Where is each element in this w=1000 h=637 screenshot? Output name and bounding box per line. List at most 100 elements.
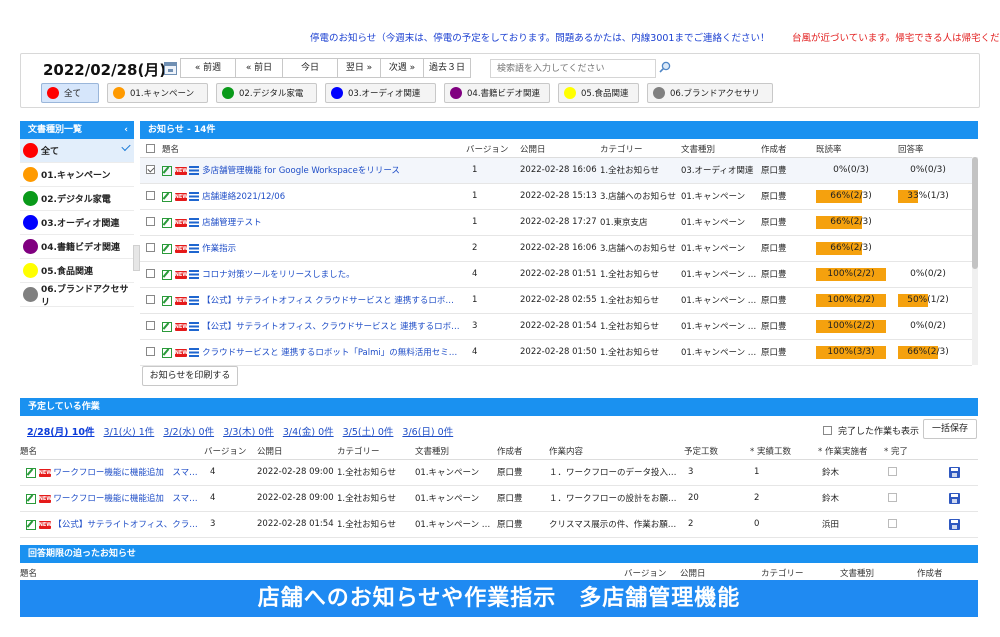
list-icon[interactable]: [189, 348, 200, 357]
notice-title-link[interactable]: 作業指示: [202, 244, 236, 254]
list-icon[interactable]: [189, 270, 200, 279]
task-assignee[interactable]: 鈴木: [818, 485, 884, 512]
deadline-col-author[interactable]: 作成者: [917, 565, 978, 582]
sidebar-item[interactable]: 06.ブランドアクセサリ: [20, 283, 134, 308]
notice-row[interactable]: NEW 【公式】サテライトオフィス、クラウドサービスと 連携するロボ… 3 2022…: [140, 313, 972, 340]
next-day-button[interactable]: 翌日 »: [337, 58, 381, 78]
task-title-link[interactable]: 【公式】サテライトオフィス、クラ…: [53, 520, 197, 530]
task-row[interactable]: NEW ワークフロー機能に機能追加 スマ… 4 2022-02-28 09:00 1.…: [20, 485, 978, 512]
tab-day-4[interactable]: 3/4(金) 0件: [283, 424, 334, 438]
row-checkbox[interactable]: [146, 347, 155, 356]
col-date[interactable]: 公開日: [520, 141, 600, 158]
prev-day-button[interactable]: « 前日: [235, 58, 283, 78]
deadline-col-doctype[interactable]: 文書種別: [840, 565, 917, 582]
task-col-date[interactable]: 公開日: [257, 443, 337, 460]
print-notices-button[interactable]: お知らせを印刷する: [142, 366, 238, 386]
edit-icon[interactable]: [162, 243, 172, 254]
sidebar-item[interactable]: 全て: [20, 139, 134, 163]
edit-icon[interactable]: [162, 269, 172, 280]
deadline-col-category[interactable]: カテゴリー: [761, 565, 840, 582]
row-checkbox[interactable]: [146, 295, 155, 304]
task-assignee[interactable]: 浜田: [818, 511, 884, 538]
task-title-link[interactable]: ワークフロー機能に機能追加 スマ…: [53, 494, 197, 504]
task-col-author[interactable]: 作成者: [497, 443, 549, 460]
task-title-link[interactable]: ワークフロー機能に機能追加 スマ…: [53, 468, 197, 478]
tab-day-6[interactable]: 3/6(日) 0件: [402, 424, 453, 438]
edit-icon[interactable]: [162, 191, 172, 202]
task-col-doctype[interactable]: 文書種別: [415, 443, 497, 460]
save-icon[interactable]: [949, 466, 960, 478]
sidebar-item[interactable]: 02.デジタル家電: [20, 187, 134, 211]
tab-day-0[interactable]: 2/28(月) 10件: [27, 424, 95, 438]
next-week-button[interactable]: 次週 »: [380, 58, 424, 78]
task-col-actual[interactable]: * 実績工数: [750, 443, 818, 460]
task-done-checkbox[interactable]: [888, 467, 897, 476]
category-all[interactable]: 全て: [41, 83, 99, 103]
notice-row[interactable]: NEW クラウドサービスと 連携するロボット「Palmi」の無料活用セミ… 4 20…: [140, 339, 972, 366]
task-assignee[interactable]: 鈴木: [818, 459, 884, 486]
notice-title-link[interactable]: 【公式】サテライトオフィス クラウドサービスと 連携するロボ…: [202, 296, 454, 306]
task-col-planned[interactable]: 予定工数: [684, 443, 750, 460]
edit-icon[interactable]: [162, 321, 172, 332]
show-done-toggle[interactable]: 完了した作業も表示: [823, 424, 919, 437]
deadline-col-version[interactable]: バージョン: [624, 565, 680, 582]
task-actual[interactable]: 1: [750, 459, 818, 486]
category-campaign[interactable]: 01.キャンペーン: [107, 83, 208, 103]
task-col-version[interactable]: バージョン: [204, 443, 257, 460]
task-col-content[interactable]: 作業内容: [549, 443, 684, 460]
col-answer-rate[interactable]: 回答率: [898, 141, 972, 158]
edit-icon[interactable]: [162, 295, 172, 306]
search-input[interactable]: [490, 59, 656, 78]
tab-day-1[interactable]: 3/1(火) 1件: [104, 424, 155, 438]
tab-day-2[interactable]: 3/2(水) 0件: [163, 424, 214, 438]
list-icon[interactable]: [189, 244, 200, 253]
deadline-col-title[interactable]: 題名: [20, 565, 624, 582]
notice-title-link[interactable]: 多店舗管理機能 for Google Workspaceをリリース: [202, 166, 400, 176]
row-checkbox[interactable]: [146, 217, 155, 226]
edit-icon[interactable]: [26, 467, 36, 478]
task-col-assignee[interactable]: * 作業実施者: [818, 443, 884, 460]
task-actual[interactable]: 0: [750, 511, 818, 538]
edit-icon[interactable]: [162, 165, 172, 176]
notice-row[interactable]: NEW 【公式】サテライトオフィス クラウドサービスと 連携するロボ… 1 2022…: [140, 287, 972, 314]
list-icon[interactable]: [189, 166, 200, 175]
edit-icon[interactable]: [26, 519, 36, 530]
save-icon[interactable]: [949, 492, 960, 504]
sidebar-item[interactable]: 05.食品関連: [20, 259, 134, 283]
notice-title-link[interactable]: 店舗管理テスト: [202, 218, 262, 228]
task-actual[interactable]: 2: [750, 485, 818, 512]
row-checkbox[interactable]: [146, 243, 155, 252]
notice-title-link[interactable]: コロナ対策ツールをリリースしました。: [202, 270, 355, 280]
notice-row[interactable]: NEW 店舗管理テスト 1 2022-02-28 17:27 01.東京支店 01.キャ…: [140, 209, 972, 236]
task-row[interactable]: NEW 【公式】サテライトオフィス、クラ… 3 2022-02-28 01:54 1.…: [20, 511, 978, 538]
col-doctype[interactable]: 文書種別: [681, 141, 761, 158]
category-books[interactable]: 04.書籍ビデオ関連: [444, 83, 550, 103]
notice-row[interactable]: NEW 店舗連絡2021/12/06 1 2022-02-28 15:13 3.店舗へ…: [140, 183, 972, 210]
list-icon[interactable]: [189, 322, 200, 331]
col-category[interactable]: カテゴリー: [600, 141, 681, 158]
task-row[interactable]: NEW ワークフロー機能に機能追加 スマ… 4 2022-02-28 09:00 1.…: [20, 459, 978, 486]
notice-title-link[interactable]: クラウドサービスと 連携するロボット「Palmi」の無料活用セミ…: [202, 348, 457, 358]
search-icon[interactable]: [659, 61, 671, 73]
notice-title-link[interactable]: 【公式】サテライトオフィス、クラウドサービスと 連携するロボ…: [202, 322, 460, 332]
category-brand[interactable]: 06.ブランドアクセサリ: [647, 83, 773, 103]
tab-day-5[interactable]: 3/5(土) 0件: [343, 424, 394, 438]
sidebar-item[interactable]: 04.書籍ビデオ関連: [20, 235, 134, 259]
show-done-checkbox[interactable]: [823, 426, 832, 435]
row-checkbox[interactable]: [146, 269, 155, 278]
edit-icon[interactable]: [26, 493, 36, 504]
row-checkbox[interactable]: [146, 165, 155, 174]
edit-icon[interactable]: [162, 217, 172, 228]
tab-day-3[interactable]: 3/3(木) 0件: [223, 424, 274, 438]
sidebar-item[interactable]: 01.キャンペーン: [20, 163, 134, 187]
save-all-button[interactable]: 一括保存: [923, 419, 977, 439]
category-food[interactable]: 05.食品関連: [558, 83, 639, 103]
row-checkbox[interactable]: [146, 191, 155, 200]
task-col-done[interactable]: * 完了: [884, 443, 949, 460]
calendar-icon[interactable]: [164, 62, 177, 75]
row-checkbox[interactable]: [146, 321, 155, 330]
today-button[interactable]: 今日: [282, 58, 338, 78]
chevron-left-icon[interactable]: ‹: [124, 121, 128, 139]
sidebar-collapse-handle[interactable]: [133, 245, 140, 271]
task-col-category[interactable]: カテゴリー: [337, 443, 415, 460]
